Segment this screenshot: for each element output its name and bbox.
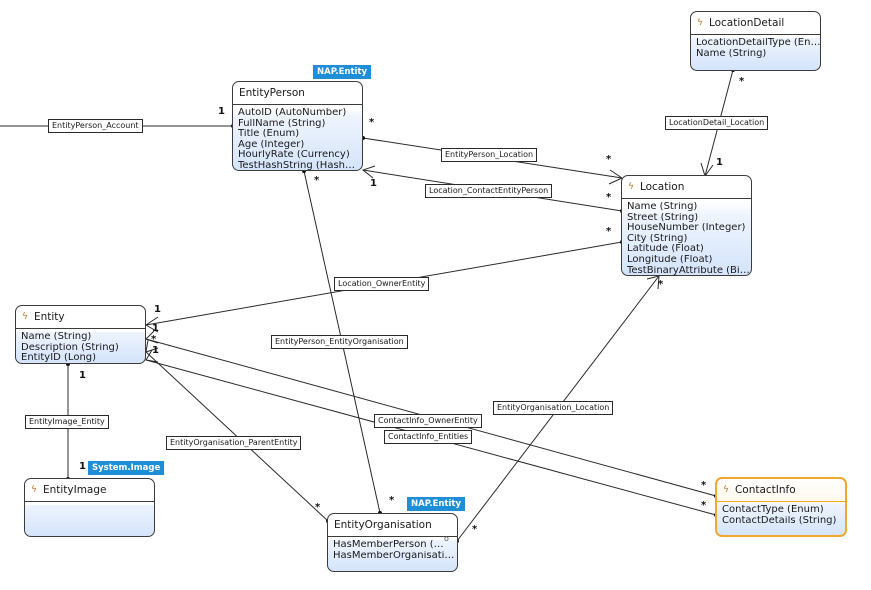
entity-header: ϟ LocationDetail: [691, 12, 820, 35]
multiplicity-label: *: [151, 334, 157, 345]
stereotype-tag: NAP.Entity: [407, 497, 466, 511]
entity-box-entity-person[interactable]: EntityPerson AutoID (AutoNumber) FullNam…: [232, 81, 363, 171]
attribute[interactable]: Age (Integer): [238, 140, 362, 151]
attribute-list: LocationDetailType (En… Name (String): [691, 35, 820, 59]
entity-header: ϟ EntityImage: [25, 479, 154, 502]
multiplicity-label: *: [606, 192, 612, 203]
entity-header: ϟ Location: [622, 176, 751, 199]
multiplicity-label: *: [472, 524, 478, 535]
attribute[interactable]: Title (Enum): [238, 129, 362, 140]
attribute[interactable]: HasMemberOrganisati…: [333, 551, 457, 562]
attribute[interactable]: HouseNumber (Integer): [627, 223, 751, 234]
bolt-icon: ϟ: [628, 182, 634, 192]
entity-header: EntityPerson: [233, 82, 362, 105]
association-label[interactable]: ContactInfo_OwnerEntity: [374, 414, 482, 428]
attribute-list: Name (String) Description (String) Entit…: [16, 329, 145, 363]
entity-box-entity-image[interactable]: ϟ EntityImage: [24, 478, 155, 537]
entity-header: ϟ ContactInfo: [717, 479, 845, 502]
attribute-list: Name (String) Street (String) HouseNumbe…: [622, 199, 751, 275]
attribute-pin-icon[interactable]: o: [444, 534, 449, 543]
attribute[interactable]: HasMemberPerson (…: [333, 540, 457, 551]
multiplicity-label: *: [701, 500, 707, 511]
attribute[interactable]: LocationDetailType (En…: [696, 38, 820, 49]
stereotype-tag: NAP.Entity: [313, 65, 372, 79]
association-label[interactable]: EntityPerson_EntityOrganisation: [271, 335, 408, 349]
attribute[interactable]: Description (String): [21, 343, 145, 354]
attribute[interactable]: Name (String): [696, 49, 820, 60]
entity-title: LocationDetail: [708, 17, 785, 29]
multiplicity-label: 1: [716, 157, 723, 168]
bolt-icon: ϟ: [22, 312, 28, 322]
association-label[interactable]: ContactInfo_Entities: [384, 430, 473, 444]
entity-header: EntityOrganisation: [328, 514, 457, 537]
association-label[interactable]: LocationDetail_Location: [665, 116, 769, 130]
multiplicity-label: 1: [79, 370, 86, 381]
entity-box-entity-organisation[interactable]: EntityOrganisation HasMemberPerson (… Ha…: [327, 513, 458, 572]
attribute[interactable]: Name (String): [21, 332, 145, 343]
association-label[interactable]: EntityPerson_Location: [441, 148, 538, 162]
attribute[interactable]: HourlyRate (Currency): [238, 150, 362, 161]
multiplicity-label: *: [606, 154, 612, 165]
entity-box-location-detail[interactable]: ϟ LocationDetail LocationDetailType (En… …: [690, 11, 821, 71]
association-label[interactable]: EntityOrganisation_ParentEntity: [166, 436, 302, 450]
multiplicity-label: *: [701, 480, 707, 491]
entity-title: EntityOrganisation: [334, 519, 432, 531]
multiplicity-label: 1: [370, 178, 377, 189]
entity-title: EntityPerson: [239, 87, 305, 99]
entity-title: ContactInfo: [734, 484, 796, 496]
entity-box-entity[interactable]: ϟ Entity Name (String) Description (Strin…: [15, 305, 146, 364]
bolt-icon: ϟ: [697, 18, 703, 28]
multiplicity-label: *: [606, 226, 612, 237]
attribute[interactable]: TestHashString (Hash…: [238, 161, 362, 170]
entity-title: EntityImage: [42, 484, 107, 496]
entity-box-location[interactable]: ϟ Location Name (String) Street (String) …: [621, 175, 752, 276]
multiplicity-label: 1: [152, 345, 159, 356]
multiplicity-label: 1: [218, 106, 225, 117]
attribute[interactable]: Name (String): [627, 202, 751, 213]
multiplicity-label: *: [314, 175, 320, 186]
attribute[interactable]: TestBinaryAttribute (Bi…: [627, 266, 751, 275]
entity-header: ϟ Entity: [16, 306, 145, 329]
entity-title: Entity: [33, 311, 65, 323]
entity-title: Location: [639, 181, 685, 193]
attribute-list: AutoID (AutoNumber) FullName (String) Ti…: [233, 105, 362, 170]
multiplicity-label: 1: [154, 304, 161, 315]
attribute[interactable]: Latitude (Float): [627, 244, 751, 255]
attribute[interactable]: Street (String): [627, 213, 751, 224]
multiplicity-label: *: [369, 117, 375, 128]
association-label[interactable]: EntityPerson_Account: [48, 119, 143, 133]
multiplicity-label: 1: [152, 323, 159, 334]
attribute[interactable]: ContactDetails (String): [722, 516, 845, 527]
attribute[interactable]: FullName (String): [238, 119, 362, 130]
attribute[interactable]: City (String): [627, 234, 751, 245]
stereotype-tag: System.Image: [88, 461, 165, 475]
association-label[interactable]: EntityOrganisation_Location: [493, 401, 614, 415]
attribute[interactable]: Longitude (Float): [627, 255, 751, 266]
attribute-list: ContactType (Enum) ContactDetails (Strin…: [717, 502, 845, 526]
association-label[interactable]: EntityImage_Entity: [25, 415, 109, 429]
attribute[interactable]: ContactType (Enum): [722, 505, 845, 516]
attribute-list: HasMemberPerson (… HasMemberOrganisati…: [328, 537, 457, 561]
bolt-icon: ϟ: [31, 485, 37, 495]
bolt-icon: ϟ: [723, 485, 729, 495]
multiplicity-label: *: [739, 76, 745, 87]
entity-box-contact-info[interactable]: ϟ ContactInfo ContactType (Enum) ContactD…: [715, 477, 847, 537]
attribute[interactable]: EntityID (Long): [21, 353, 145, 363]
association-label[interactable]: Location_OwnerEntity: [334, 277, 430, 291]
multiplicity-label: *: [658, 279, 664, 290]
association-label[interactable]: Location_ContactEntityPerson: [425, 184, 553, 198]
multiplicity-label: *: [389, 495, 395, 506]
attribute-list: [25, 502, 154, 505]
multiplicity-label: 1: [79, 461, 86, 472]
attribute[interactable]: AutoID (AutoNumber): [238, 108, 362, 119]
multiplicity-label: *: [315, 502, 321, 513]
